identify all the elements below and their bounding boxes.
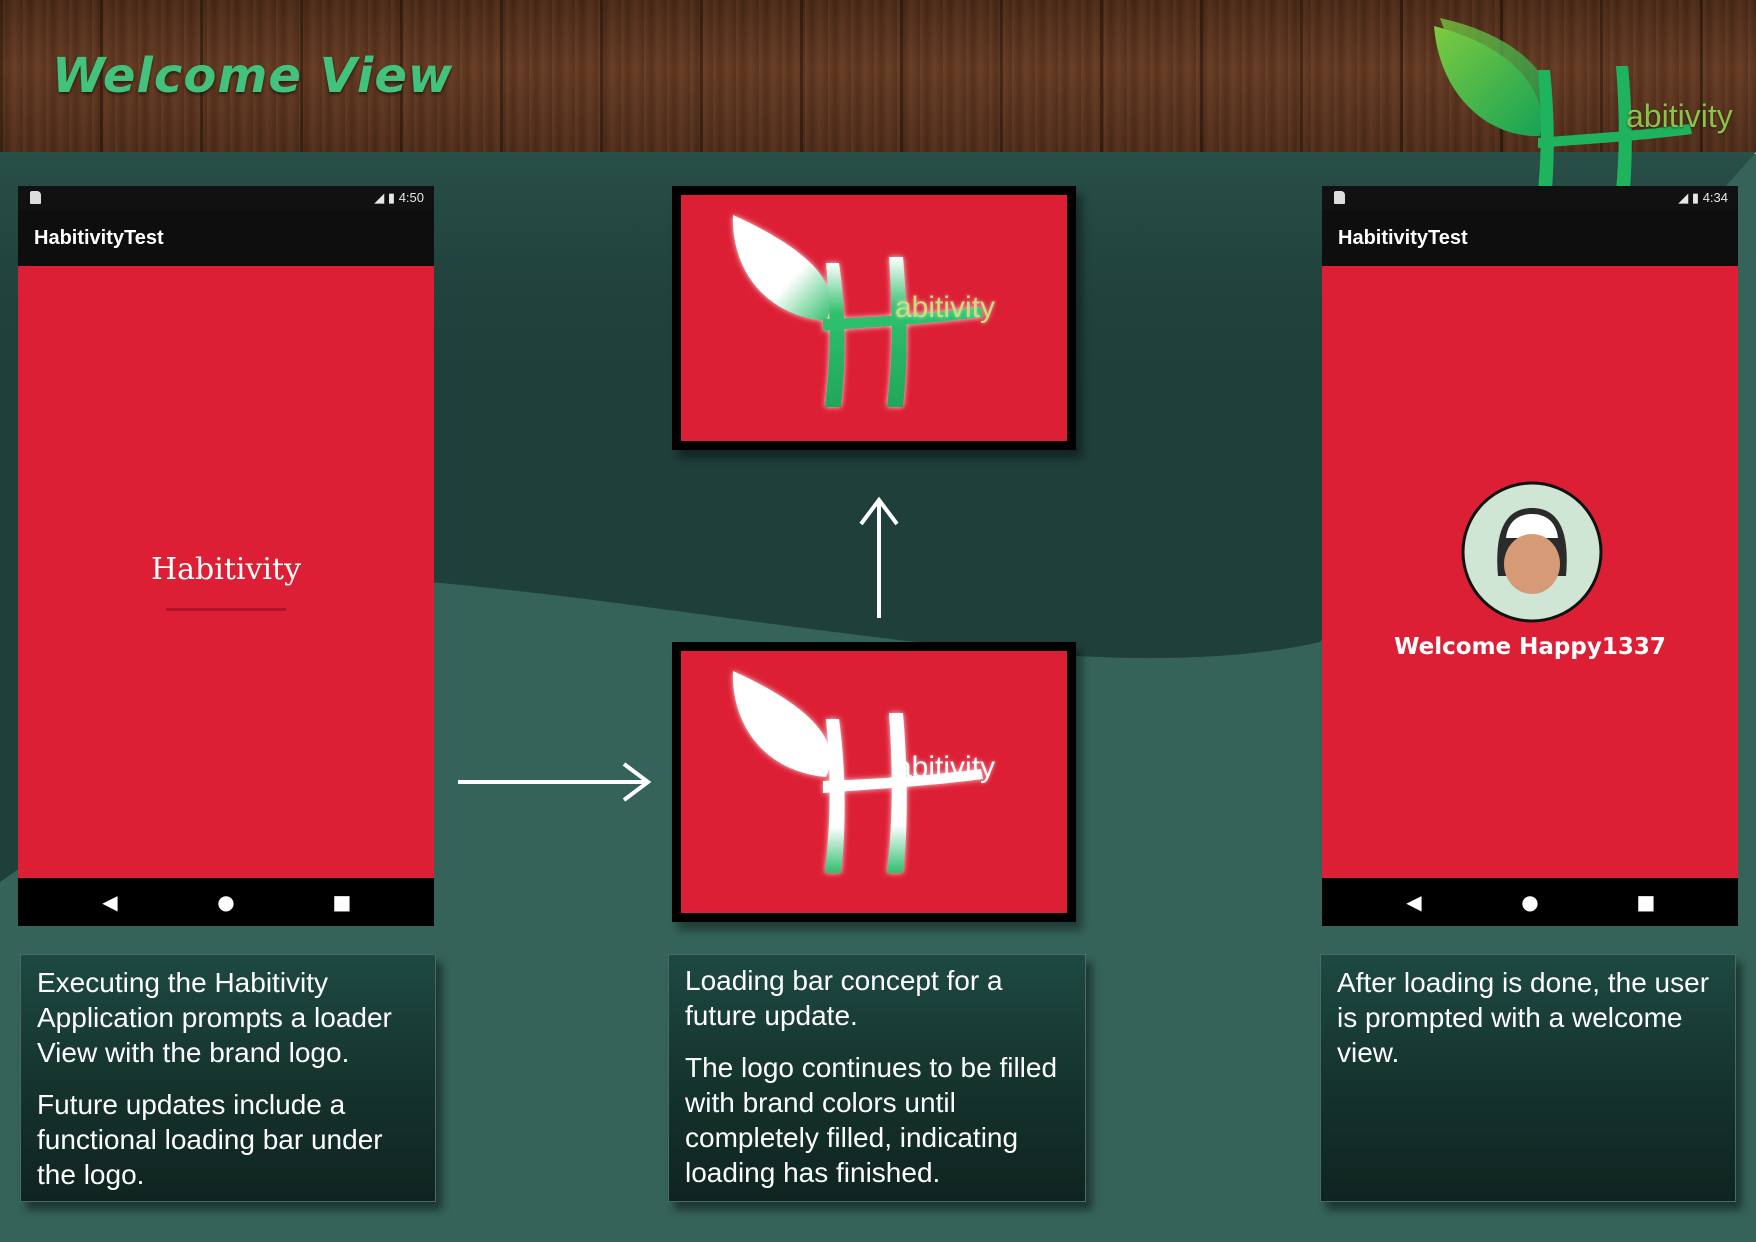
signal-icon: ◢ xyxy=(374,190,385,205)
recent-square-icon[interactable]: ■ xyxy=(330,890,354,914)
arrow-up-icon xyxy=(859,496,899,618)
page-title: Welcome View xyxy=(52,48,454,104)
habitivity-logo-filled xyxy=(732,215,983,407)
caption-paragraph: After loading is done, the user is promp… xyxy=(1337,967,1710,1068)
battery-icon: ▮ xyxy=(1691,190,1700,205)
caption-right: After loading is done, the user is promp… xyxy=(1320,954,1736,1202)
recent-square-icon[interactable]: ■ xyxy=(1634,890,1658,914)
loading-bar xyxy=(166,608,286,611)
app-title: HabitivityTest xyxy=(34,227,164,249)
back-triangle-icon[interactable]: ◀ xyxy=(98,890,122,914)
splash-text: Habitivity xyxy=(150,552,302,587)
sd-card-icon xyxy=(1334,191,1345,204)
welcome-content: Welcome Happy1337 xyxy=(1322,266,1738,878)
back-triangle-icon[interactable]: ◀ xyxy=(1402,890,1426,914)
logo-text: abitivity xyxy=(895,751,996,784)
caption-paragraph: Executing the Habitivity Application pro… xyxy=(37,967,392,1068)
sd-card-icon xyxy=(30,191,41,204)
status-time: 4:50 xyxy=(398,190,424,205)
user-avatar-icon[interactable] xyxy=(1460,480,1604,624)
app-title: HabitivityTest xyxy=(1338,227,1468,249)
arrow-right-icon xyxy=(458,762,652,802)
phone-welcome-screen: ◢ ▮ 4:34 HabitivityTest Welcome Happy133… xyxy=(1322,186,1738,926)
app-bar: HabitivityTest xyxy=(18,210,434,266)
caption-paragraph: Future updates include a functional load… xyxy=(37,1089,383,1190)
splash-content: Habitivity xyxy=(18,266,434,878)
logo-loading-frame: abitivity xyxy=(672,642,1076,922)
phone-loader-screen: ◢ ▮ 4:50 HabitivityTest Habitivity ◀ ● ■ xyxy=(18,186,434,926)
battery-icon: ▮ xyxy=(387,190,396,205)
caption-paragraph: Loading bar concept for a future update. xyxy=(685,965,1003,1031)
status-bar: ◢ ▮ 4:34 xyxy=(1322,186,1738,210)
habitivity-logo-loading xyxy=(732,671,983,873)
home-circle-icon[interactable]: ● xyxy=(1518,890,1542,914)
caption-paragraph: The logo continues to be filled with bra… xyxy=(685,1052,1058,1188)
status-time: 4:34 xyxy=(1702,190,1728,205)
navigation-bar: ◀ ● ■ xyxy=(1322,878,1738,926)
status-bar: ◢ ▮ 4:50 xyxy=(18,186,434,210)
logo-text: abitivity xyxy=(895,291,996,324)
brand-logo-text: abitivity xyxy=(1626,98,1733,134)
caption-middle: Loading bar concept for a future update.… xyxy=(668,954,1086,1202)
signal-icon: ◢ xyxy=(1678,190,1689,205)
navigation-bar: ◀ ● ■ xyxy=(18,878,434,926)
welcome-text: Welcome Happy1337 xyxy=(1394,634,1666,660)
logo-filled-frame: abitivity xyxy=(672,186,1076,450)
app-bar: HabitivityTest xyxy=(1322,210,1738,266)
home-circle-icon[interactable]: ● xyxy=(214,890,238,914)
caption-left: Executing the Habitivity Application pro… xyxy=(20,954,436,1202)
